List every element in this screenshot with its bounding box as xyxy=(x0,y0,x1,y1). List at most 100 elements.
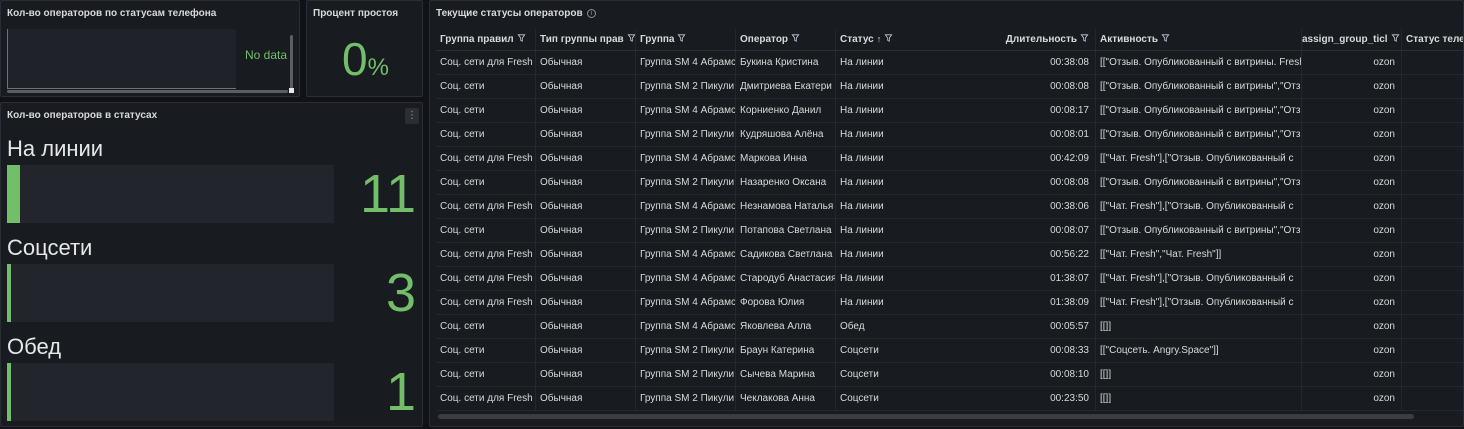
table-row[interactable]: Соц. сети для Fresh Обычная Группа SM 4 Аб… xyxy=(436,243,1463,267)
col-duration-cell: 01:38:07 xyxy=(998,267,1096,290)
col-rule-group-cell: Соц. сети xyxy=(436,339,536,362)
col-phone-status-cell xyxy=(1402,291,1463,314)
col-group-type-cell: Обычная xyxy=(536,291,636,314)
col-operator-cell: Потапова Светлана xyxy=(736,219,836,242)
filter-icon[interactable] xyxy=(881,34,893,45)
col-group-cell: Группа SM 4 Абрамс xyxy=(636,315,736,338)
filter-icon[interactable] xyxy=(1388,34,1400,45)
horizontal-scrollbar[interactable] xyxy=(438,414,1414,419)
col-group-type-cell: Обычная xyxy=(536,243,636,266)
vertical-scrollbar[interactable] xyxy=(290,35,293,89)
col-assign-group-cell: ozon xyxy=(1302,363,1402,386)
col-group-cell: Группа SM 4 Абрамс xyxy=(636,99,736,122)
info-icon[interactable]: i xyxy=(587,9,596,18)
table-row[interactable]: Соц. сети для Fresh Обычная Группа SM 4 Аб… xyxy=(436,51,1463,75)
more-vertical-icon[interactable]: ⋮ xyxy=(405,108,419,124)
col-phone-status-cell xyxy=(1402,99,1463,122)
col-activity-cell: [["Чат. Fresh"],["Отзыв. Опубликованный … xyxy=(1096,147,1302,170)
col-group-cell: Группа SM 4 Абрамс xyxy=(636,147,736,170)
col-phone-status-cell xyxy=(1402,267,1463,290)
filter-icon[interactable] xyxy=(624,34,635,45)
col-duration-cell: 00:08:08 xyxy=(998,171,1096,194)
col-rule-group-cell: Соц. сети xyxy=(436,99,536,122)
col-group-type-cell: Обычная xyxy=(536,363,636,386)
col-phone-status-cell xyxy=(1402,75,1463,98)
idle-percent-panel: Процент простоя 0% xyxy=(306,0,423,97)
col-operator-cell: Букина Кристина xyxy=(736,51,836,74)
col-duration-cell: 00:08:07 xyxy=(998,219,1096,242)
col-duration-cell: 00:08:10 xyxy=(998,363,1096,386)
table-row[interactable]: Соц. сети Обычная Группа SM 2 Пикули Браун … xyxy=(436,339,1463,363)
table-row[interactable]: Соц. сети для Fresh Обычная Группа SM 4 Аб… xyxy=(436,195,1463,219)
filter-icon[interactable] xyxy=(1158,34,1170,45)
col-rule-group-header[interactable]: Группа правил xyxy=(436,29,536,50)
table-row[interactable]: Соц. сети для Fresh Обычная Группа SM 4 Аб… xyxy=(436,291,1463,315)
col-activity-cell: [[]] xyxy=(1096,315,1302,338)
col-operator-cell: Стародуб Анастасия xyxy=(736,267,836,290)
panel-title[interactable]: Процент простоя xyxy=(313,8,398,19)
col-group-type-cell: Обычная xyxy=(536,171,636,194)
filter-icon[interactable] xyxy=(514,34,526,45)
table-row[interactable]: Соц. сети для Fresh Обычная Группа SM 2 Пи… xyxy=(436,387,1463,411)
col-assign-group-cell: ozon xyxy=(1302,171,1402,194)
col-duration-header[interactable]: Длительность xyxy=(998,29,1096,50)
col-group-type-cell: Обычная xyxy=(536,51,636,74)
col-activity-cell: [["Чат. Fresh"],["Отзыв. Опубликованный … xyxy=(1096,195,1302,218)
table-row[interactable]: Соц. сети Обычная Группа SM 2 Пикули Сычева… xyxy=(436,363,1463,387)
gauge-bar-social xyxy=(7,264,334,322)
col-activity-cell: [["Отзыв. Опубликованный с витрины","Отз xyxy=(1096,75,1302,98)
col-group-type-cell: Обычная xyxy=(536,75,636,98)
col-duration-cell: 00:08:08 xyxy=(998,75,1096,98)
col-phone-status-header[interactable]: Статус теле xyxy=(1402,29,1464,50)
gauge-fill xyxy=(7,363,11,421)
horizontal-scrollbar[interactable] xyxy=(7,90,288,93)
col-group-type-cell: Обычная xyxy=(536,219,636,242)
col-phone-status-cell xyxy=(1402,195,1463,218)
col-operator-cell: Маркова Инна xyxy=(736,147,836,170)
table-row[interactable]: Соц. сети Обычная Группа SM 2 Пикули Потапо… xyxy=(436,219,1463,243)
col-rule-group-cell: Соц. сети xyxy=(436,75,536,98)
col-group-cell: Группа SM 2 Пикули xyxy=(636,123,736,146)
col-assign-group-cell: ozon xyxy=(1302,291,1402,314)
col-group-header[interactable]: Группа xyxy=(636,29,736,50)
col-group-type-cell: Обычная xyxy=(536,267,636,290)
col-assign-group-header[interactable]: assign_group_ticl xyxy=(1302,29,1402,50)
col-duration-cell: 00:08:33 xyxy=(998,339,1096,362)
col-duration-cell: 00:23:50 xyxy=(998,387,1096,410)
table-row[interactable]: Соц. сети для Fresh Обычная Группа SM 4 Аб… xyxy=(436,267,1463,291)
table-row[interactable]: Соц. сети для Fresh Обычная Группа SM 4 Аб… xyxy=(436,147,1463,171)
filter-icon[interactable] xyxy=(1077,34,1089,45)
panel-title[interactable]: Текущие статусы операторов xyxy=(436,8,583,19)
col-group-type-cell: Обычная xyxy=(536,99,636,122)
table-row[interactable]: Соц. сети Обычная Группа SM 2 Пикули Назаре… xyxy=(436,171,1463,195)
table-row[interactable]: Соц. сети Обычная Группа SM 2 Пикули Кудряш… xyxy=(436,123,1463,147)
col-assign-group-cell: ozon xyxy=(1302,219,1402,242)
no-data-label: No data xyxy=(245,48,288,62)
panel-title[interactable]: Кол-во операторов в статусах xyxy=(7,110,157,121)
stat-number: 0 xyxy=(342,33,368,85)
column-header-label: assign_group_ticl xyxy=(1302,34,1388,45)
col-activity-cell: [["Отзыв. Опубликованный с витрины. Fres… xyxy=(1096,51,1302,74)
table-header-row: Группа правил Тип группы прав Группа Операт… xyxy=(436,29,1464,51)
gauge-value-lunch: 1 xyxy=(385,362,416,422)
col-operator-header[interactable]: Оператор xyxy=(736,29,836,50)
col-assign-group-cell: ozon xyxy=(1302,339,1402,362)
column-header-label: Тип группы прав xyxy=(540,34,624,45)
table-row[interactable]: Соц. сети Обычная Группа SM 2 Пикули Дмитри… xyxy=(436,75,1463,99)
col-assign-group-cell: ozon xyxy=(1302,51,1402,74)
idle-percent-value: 0% xyxy=(307,32,422,86)
col-group-type-header[interactable]: Тип группы прав xyxy=(536,29,636,50)
table-row[interactable]: Соц. сети Обычная Группа SM 4 Абрамс Яковле… xyxy=(436,315,1463,339)
col-group-cell: Группа SM 4 Абрамс xyxy=(636,243,736,266)
filter-icon[interactable] xyxy=(788,34,800,45)
col-operator-cell: Чеклакова Анна xyxy=(736,387,836,410)
panel-title[interactable]: Кол-во операторов по статусам телефона xyxy=(7,8,216,19)
col-rule-group-cell: Соц. сети xyxy=(436,123,536,146)
status-counts-panel: Кол-во операторов в статусах ⋮ На линии … xyxy=(0,102,423,427)
table-row[interactable]: Соц. сети Обычная Группа SM 4 Абрамс Корние… xyxy=(436,99,1463,123)
col-activity-cell: [["Отзыв. Опубликованный с витрины","Отз xyxy=(1096,171,1302,194)
col-activity-header[interactable]: Активность xyxy=(1096,29,1302,50)
filter-icon[interactable] xyxy=(674,34,686,45)
col-assign-group-cell: ozon xyxy=(1302,243,1402,266)
column-header-label: Статус теле xyxy=(1406,34,1464,45)
